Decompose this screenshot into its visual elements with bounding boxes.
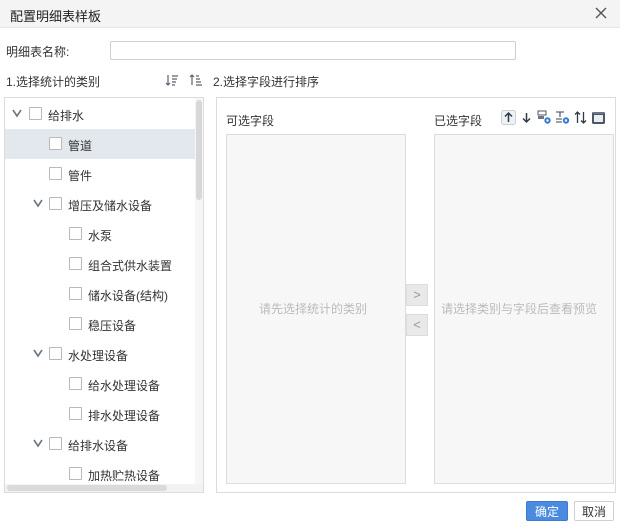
ok-button[interactable]: 确定 xyxy=(526,501,568,521)
tree-node-checkbox[interactable] xyxy=(29,107,42,120)
tree-node[interactable]: 给水处理设备 xyxy=(5,369,195,399)
dialog-titlebar: 配置明细表样板 xyxy=(0,0,620,28)
tree-node-checkbox[interactable] xyxy=(69,287,82,300)
tree-node-label: 管道 xyxy=(68,139,93,153)
move-down-icon[interactable] xyxy=(519,110,534,125)
tree-node-label: 水泵 xyxy=(88,229,113,243)
tree-node-checkbox[interactable] xyxy=(69,377,82,390)
delete-icon[interactable] xyxy=(591,110,606,125)
tree-node-checkbox[interactable] xyxy=(69,227,82,240)
sort-icon[interactable] xyxy=(573,110,588,125)
tree-node-label: 组合式供水装置 xyxy=(88,259,173,273)
move-up-icon[interactable] xyxy=(501,110,516,125)
tree-node-checkbox[interactable] xyxy=(49,137,62,150)
tree-node-checkbox[interactable] xyxy=(69,467,82,480)
tree-node[interactable]: 给排水设备 xyxy=(5,429,195,459)
field-settings-icon[interactable] xyxy=(537,110,552,125)
table-name-input[interactable] xyxy=(110,41,516,60)
tree-node-label: 增压及储水设备 xyxy=(68,199,153,213)
expand-arrow-icon[interactable] xyxy=(31,346,45,360)
expand-arrow-icon[interactable] xyxy=(31,436,45,450)
tree-node-label: 管件 xyxy=(68,169,93,183)
sort-descending-icon[interactable] xyxy=(165,73,179,87)
table-name-label: 明细表名称: xyxy=(6,45,70,59)
tree-node-label: 给水处理设备 xyxy=(88,379,161,393)
tree-node-checkbox[interactable] xyxy=(49,437,62,450)
table-name-row: 明细表名称: xyxy=(6,41,516,61)
tree-node-label: 储水设备(结构) xyxy=(88,289,168,303)
tree-node-checkbox[interactable] xyxy=(69,257,82,270)
tree-node[interactable]: 组合式供水装置 xyxy=(5,249,195,279)
tree-node-label: 稳压设备 xyxy=(88,319,137,333)
tree-node[interactable]: 稳压设备 xyxy=(5,309,195,339)
tree-node-label: 排水处理设备 xyxy=(88,409,161,423)
sort-ascending-icon[interactable] xyxy=(189,73,203,87)
tree-node-checkbox[interactable] xyxy=(69,407,82,420)
tree-node[interactable]: 增压及储水设备 xyxy=(5,189,195,219)
cancel-button[interactable]: 取消 xyxy=(574,501,614,521)
tree-node-label: 给排水设备 xyxy=(68,439,129,453)
tree-node-label: 给排水 xyxy=(48,109,85,123)
field-section-title: 2.选择字段进行排序 xyxy=(213,75,320,89)
selected-fields-title: 已选字段 xyxy=(434,114,483,128)
available-fields-title: 可选字段 xyxy=(226,114,275,128)
field-sort-panel: 可选字段 请先选择统计的类别 > < 已选字段 请选择类别与字段后查看预览 xyxy=(216,97,616,493)
category-tree[interactable]: 给排水管道管件增压及储水设备水泵组合式供水装置 储水设备(结构) 稳压设备水处理设备… xyxy=(4,97,204,493)
tree-node-checkbox[interactable] xyxy=(49,347,62,360)
expand-arrow-icon[interactable] xyxy=(10,106,24,120)
tree-node[interactable]: 排水处理设备 xyxy=(5,399,195,429)
expand-arrow-icon[interactable] xyxy=(31,196,45,210)
add-field-button[interactable]: > xyxy=(406,284,428,306)
tree-node-label: 水处理设备 xyxy=(68,349,129,363)
tree-node[interactable]: 储水设备(结构) xyxy=(5,279,195,309)
selected-fields-placeholder: 请选择类别与字段后查看预览 xyxy=(441,302,598,316)
tree-node[interactable]: 给排水 xyxy=(5,99,195,129)
dialog-title: 配置明细表样板 xyxy=(10,9,102,24)
available-fields-placeholder: 请先选择统计的类别 xyxy=(259,302,368,316)
tree-node-checkbox[interactable] xyxy=(49,197,62,210)
tree-node[interactable]: 水泵 xyxy=(5,219,195,249)
tree-node-checkbox[interactable] xyxy=(69,317,82,330)
category-section-title: 1.选择统计的类别 xyxy=(6,75,101,89)
close-icon[interactable] xyxy=(592,4,610,22)
tree-node[interactable]: 管道 xyxy=(5,129,195,159)
tree-node[interactable]: 管件 xyxy=(5,159,195,189)
tree-horizontal-scrollbar[interactable] xyxy=(5,484,203,492)
tree-vertical-scrollbar[interactable] xyxy=(195,98,203,484)
tree-node-label: 加热贮热设备 xyxy=(88,469,161,483)
remove-field-button[interactable]: < xyxy=(406,314,428,336)
format-settings-icon[interactable] xyxy=(555,110,570,125)
tree-node[interactable]: 水处理设备 xyxy=(5,339,195,369)
tree-node-checkbox[interactable] xyxy=(49,167,62,180)
